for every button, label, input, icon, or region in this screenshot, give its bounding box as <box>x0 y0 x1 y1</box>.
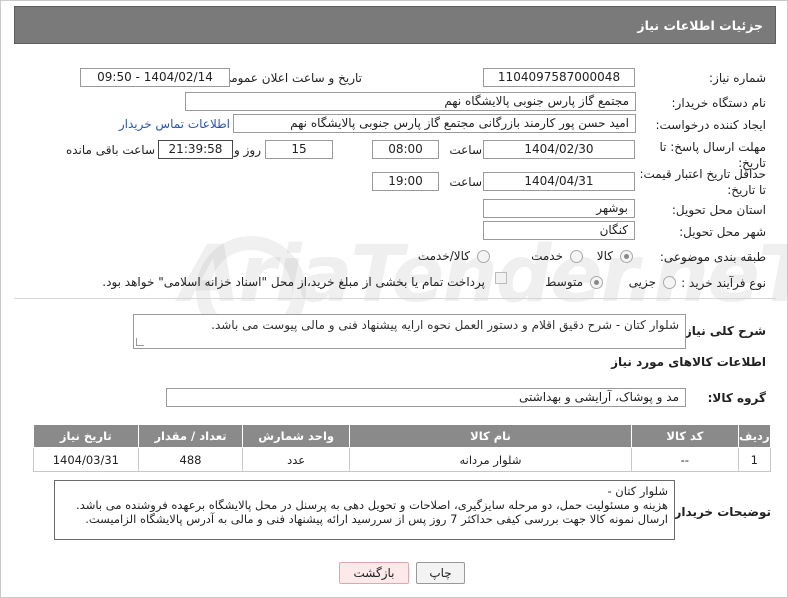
buyer-org-field: مجتمع گاز پارس جنوبی پالایشگاه نهم <box>185 92 636 111</box>
process-radio-medium[interactable] <box>590 276 603 289</box>
deadline-date-field: 1404/02/30 <box>483 140 635 159</box>
process-label: نوع فرآیند خرید : <box>681 276 766 290</box>
col-row: ردیف <box>737 424 772 448</box>
creator-field: امید حسن پور کارمند بازرگانی مجتمع گاز پ… <box>233 114 636 133</box>
buyer-notes-label: توضیحات خریدار: <box>669 505 771 519</box>
category-radio-goods[interactable] <box>620 250 633 263</box>
cell-date: 1404/03/31 <box>33 447 139 472</box>
col-name: نام کالا <box>348 424 633 448</box>
announce-label: تاریخ و ساعت اعلان عمومی: <box>217 71 362 85</box>
col-code: کد کالا <box>631 424 739 448</box>
buyer-contact-link[interactable]: اطلاعات تماس خریدار <box>119 117 230 131</box>
category-option-goods-service: کالا/خدمت <box>417 249 470 263</box>
cell-code: -- <box>631 447 739 472</box>
announce-field: 1404/02/14 - 09:50 <box>80 68 230 87</box>
need-number-field: 1104097587000048 <box>483 68 635 87</box>
buyer-org-label: نام دستگاه خریدار: <box>671 96 767 110</box>
category-label: طبقه بندی موضوعی: <box>659 250 766 264</box>
table-row[interactable]: 1 -- شلوار مردانه عدد 488 1404/03/31 <box>33 447 772 472</box>
page-header: جزئیات اطلاعات نیاز <box>14 6 776 44</box>
city-label: شهر محل تحویل: <box>679 225 766 239</box>
col-date: تاریخ نیاز <box>33 424 139 448</box>
category-option-goods: کالا <box>596 249 613 263</box>
payment-note: پرداخت تمام یا بخشی از مبلغ خرید،از محل … <box>102 275 485 289</box>
buyer-notes-line-1: شلوار کتان - <box>607 484 669 498</box>
validity-time-field: 19:00 <box>372 172 439 191</box>
col-unit: واحد شمارش <box>242 424 350 448</box>
process-option-medium: متوسط <box>545 275 583 289</box>
remaining-label: ساعت باقی مانده <box>65 143 155 157</box>
items-table: ردیف کد کالا نام کالا واحد شمارش تعداد /… <box>33 424 772 472</box>
province-field: بوشهر <box>483 199 635 218</box>
treasury-checkbox[interactable] <box>495 272 507 284</box>
category-option-service: خدمت <box>531 249 563 263</box>
col-qty: تعداد / مقدار <box>137 424 244 448</box>
description-label: شرح کلی نیاز: <box>680 324 766 338</box>
section-divider <box>14 298 776 299</box>
buyer-notes-field: شلوار کتان - هزینه و مسئولیت حمل، دو مرح… <box>54 480 675 540</box>
buyer-notes-line-2: هزینه و مسئولیت حمل، دو مرحله سایزگیری، … <box>76 498 668 512</box>
cell-qty: 488 <box>137 447 244 472</box>
goods-group-label: گروه کالا: <box>707 391 766 405</box>
buyer-notes-line-3: ارسال نمونه کالا جهت بررسی کیفی حداکثر 7… <box>85 512 668 526</box>
goods-group-field: مد و پوشاک، آرایشی و بهداشتی <box>166 388 686 407</box>
validity-time-label: ساعت <box>449 175 482 189</box>
validity-label: حداقل تاریخ اعتبار قیمت: تا تاریخ: <box>639 167 766 197</box>
category-radio-goods-service[interactable] <box>477 250 490 263</box>
deadline-time-field: 08:00 <box>372 140 439 159</box>
days-field: 15 <box>265 140 333 159</box>
items-table-header: ردیف کد کالا نام کالا واحد شمارش تعداد /… <box>33 424 772 448</box>
remaining-time-field: 21:39:58 <box>158 140 233 159</box>
back-button[interactable]: بازگشت <box>339 562 409 584</box>
goods-info-title: اطلاعات کالاهای مورد نیاز <box>611 355 766 369</box>
page-title: جزئیات اطلاعات نیاز <box>637 17 763 33</box>
city-field: کنگان <box>483 221 635 240</box>
need-number-label: شماره نیاز: <box>709 71 766 85</box>
creator-label: ایجاد کننده درخواست: <box>655 118 766 132</box>
cell-name: شلوار مردانه <box>348 447 633 472</box>
deadline-time-label: ساعت <box>449 143 482 157</box>
cell-row: 1 <box>737 447 772 472</box>
days-label: روز و <box>234 143 261 157</box>
description-text: شلوار کتان - شرح دقیق اقلام و دستور العم… <box>211 318 679 332</box>
cell-unit: عدد <box>242 447 350 472</box>
resize-handle-icon[interactable] <box>136 338 144 346</box>
category-radio-service[interactable] <box>570 250 583 263</box>
description-field: شلوار کتان - شرح دقیق اقلام و دستور العم… <box>133 314 686 349</box>
process-option-minor: جزیی <box>628 275 656 289</box>
province-label: استان محل تحویل: <box>671 203 766 217</box>
process-radio-minor[interactable] <box>663 276 676 289</box>
print-button[interactable]: چاپ <box>416 562 465 584</box>
validity-date-field: 1404/04/31 <box>483 172 635 191</box>
